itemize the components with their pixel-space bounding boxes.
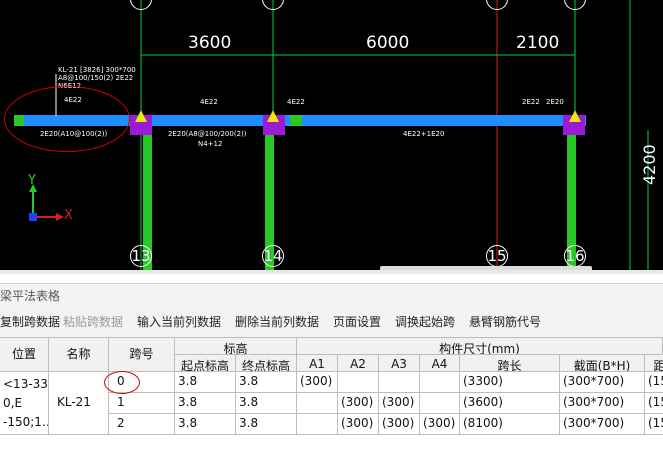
beam-end-left [14, 115, 24, 126]
cell-section-0[interactable]: (300*700) [560, 372, 645, 393]
header-section[interactable]: 截面(B*H) [560, 355, 645, 372]
span-top-label-2: 4E22 [287, 98, 305, 106]
header-a1[interactable]: A1 [297, 355, 338, 372]
position-line-2: 0,E [3, 396, 23, 410]
cell-span-1[interactable]: 1 [109, 393, 175, 414]
cell-start-elev-2[interactable]: 3.8 [175, 414, 236, 435]
cell-a3-0[interactable] [379, 372, 420, 393]
cad-canvas[interactable]: 3600 6000 2100 4200 KL-21 [3826] 300*700… [0, 0, 663, 270]
cell-span-0[interactable]: 0 [109, 372, 175, 393]
cell-end-elev-2[interactable]: 3.8 [236, 414, 297, 435]
cell-end-elev-1[interactable]: 3.8 [236, 393, 297, 414]
span-top-label-4: 2E20 [546, 98, 564, 106]
ucs-x-label: X [64, 208, 73, 223]
copy-span-data-button[interactable]: 复制跨数据 [0, 313, 60, 330]
cell-section-1[interactable]: (300*700) [560, 393, 645, 414]
header-distance[interactable]: 距 [645, 355, 663, 372]
cell-distance-0[interactable]: (15 [645, 372, 663, 393]
panel-toolbar: 复制跨数据 粘贴跨数据 输入当前列数据 删除当前列数据 页面设置 调换起始跨 悬… [0, 309, 663, 333]
header-dimensions[interactable]: 构件尺寸(mm) [297, 338, 663, 355]
axis-bubble-14[interactable]: 14 [262, 245, 284, 267]
span-bottom-label-3: 4E22+1E20 [403, 130, 445, 138]
delete-current-column-button[interactable]: 删除当前列数据 [235, 313, 319, 330]
cell-a1-1[interactable] [297, 393, 338, 414]
cell-a4-1[interactable] [420, 393, 460, 414]
beam-annotation-line-4: 4E22 [64, 96, 82, 104]
span-top-label-3: 2E22 [522, 98, 540, 106]
cell-a4-0[interactable] [420, 372, 460, 393]
page-setup-button[interactable]: 页面设置 [333, 313, 381, 330]
cell-a3-1[interactable]: (300) [379, 393, 420, 414]
input-current-column-button[interactable]: 输入当前列数据 [137, 313, 221, 330]
panel-splitter[interactable] [0, 270, 663, 274]
cell-a3-2[interactable]: (300) [379, 414, 420, 435]
header-a4[interactable]: A4 [420, 355, 460, 372]
ucs-origin-icon [29, 213, 37, 221]
axis-bubble-13[interactable]: 13 [130, 245, 152, 267]
header-a2[interactable]: A2 [338, 355, 379, 372]
cell-a2-0[interactable] [338, 372, 379, 393]
span-top-label-1: 4E22 [200, 98, 218, 106]
cell-name[interactable]: KL-21 [49, 372, 109, 435]
span-bottom-label-2: 2E20(A8@100/200(2)) [168, 130, 247, 138]
paste-span-data-button[interactable]: 粘贴跨数据 [63, 313, 123, 330]
beam-annotation-line-2: A8@100/150(2) 2E22 [58, 74, 134, 82]
cell-a2-1[interactable]: (300) [338, 393, 379, 414]
ucs-x-arrow-icon [56, 213, 64, 221]
header-span[interactable]: 跨号 [109, 338, 175, 372]
header-name[interactable]: 名称 [49, 338, 109, 372]
cell-span-2[interactable]: 2 [109, 414, 175, 435]
cell-span-length-1[interactable]: (3600) [460, 393, 560, 414]
position-line-3: -150;1… [3, 415, 49, 429]
header-position[interactable]: 位置 [0, 338, 49, 372]
cell-span-length-2[interactable]: (8100) [460, 414, 560, 435]
axis-bubble-15[interactable]: 15 [486, 245, 508, 267]
axis-bubble-16[interactable]: 16 [564, 245, 586, 267]
dimension-text-1: 3600 [188, 33, 232, 53]
dimension-text-3: 2100 [516, 33, 560, 53]
cell-span-length-0[interactable]: (3300) [460, 372, 560, 393]
beam-segment-marker [290, 115, 302, 126]
header-span-length[interactable]: 跨长 [460, 355, 560, 372]
cell-a1-0[interactable]: (300) [297, 372, 338, 393]
beam-table: 位置 名称 跨号 标高 构件尺寸(mm) 起点标高 终点标高 A1 A2 A3 … [0, 337, 663, 471]
position-line-1: <13-330 [3, 377, 48, 391]
span-sub-label: N4+12 [198, 140, 223, 148]
cell-distance-2[interactable]: (15 [645, 414, 663, 435]
header-a3[interactable]: A3 [379, 355, 420, 372]
header-start-elevation[interactable]: 起点标高 [175, 355, 236, 372]
cell-a1-2[interactable] [297, 414, 338, 435]
header-elevation[interactable]: 标高 [175, 338, 297, 355]
span-bottom-label-1: 2E20(A10@100(2)) [40, 130, 108, 138]
cell-end-elev-0[interactable]: 3.8 [236, 372, 297, 393]
cell-a2-2[interactable]: (300) [338, 414, 379, 435]
beam-annotation-line-1: KL-21 [3826] 300*700 [58, 66, 136, 74]
ucs-y-label: Y [28, 173, 36, 188]
swap-start-span-button[interactable]: 调换起始跨 [395, 313, 455, 330]
cell-start-elev-1[interactable]: 3.8 [175, 393, 236, 414]
beam-annotation-line-3: N6E12 [58, 82, 82, 90]
dimension-text-2: 6000 [366, 33, 410, 53]
cell-section-2[interactable]: (300*700) [560, 414, 645, 435]
cell-distance-1[interactable]: (15 [645, 393, 663, 414]
cell-start-elev-0[interactable]: 3.8 [175, 372, 236, 393]
cell-a4-2[interactable]: (300) [420, 414, 460, 435]
header-end-elevation[interactable]: 终点标高 [236, 355, 297, 372]
cell-position[interactable]: <13-330 0,E -150;1… [0, 372, 49, 435]
cantilever-rebar-code-button[interactable]: 悬臂钢筋代号 [469, 313, 541, 330]
dimension-text-right: 4200 [640, 144, 659, 185]
panel-title: 梁平法表格 [0, 289, 61, 303]
